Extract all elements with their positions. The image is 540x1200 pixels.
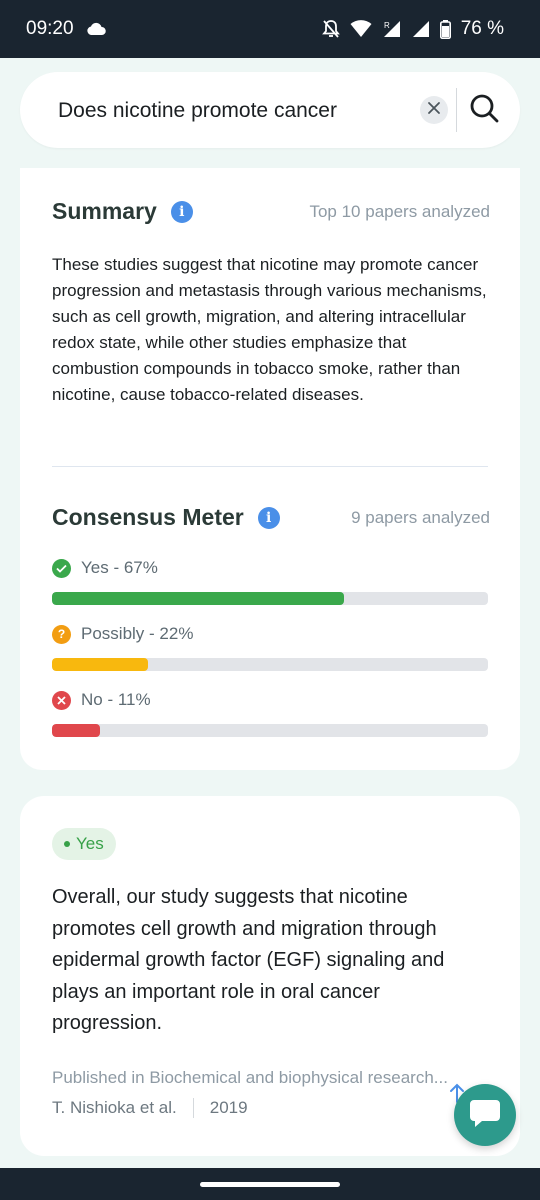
meter-no: No - 11% bbox=[52, 690, 488, 737]
paper-claim: Overall, our study suggests that nicotin… bbox=[52, 886, 445, 1034]
meter-yes-track bbox=[52, 592, 488, 605]
paper-card[interactable]: Yes Overall, our study suggests that nic… bbox=[20, 796, 520, 1156]
chat-button[interactable] bbox=[454, 1084, 516, 1146]
chat-icon bbox=[468, 1097, 502, 1134]
meter-yes-label: Yes - 67% bbox=[81, 558, 158, 577]
roaming-signal-icon: R bbox=[382, 19, 402, 39]
summary-meta: Top 10 papers analyzed bbox=[309, 201, 490, 221]
battery-icon bbox=[439, 19, 451, 39]
paper-authors: T. Nishioka et al. bbox=[52, 1098, 177, 1117]
wifi-icon bbox=[350, 20, 372, 38]
search-button[interactable] bbox=[466, 92, 502, 128]
status-time: 09:20 bbox=[26, 18, 74, 39]
consensus-header: Consensus Meter i 9 papers analyzed bbox=[52, 504, 490, 531]
search-bar bbox=[20, 72, 520, 148]
bell-off-icon bbox=[321, 19, 340, 39]
paper-meta: T. Nishioka et al. 2019 bbox=[52, 1098, 248, 1118]
badge-dot bbox=[64, 841, 70, 847]
meter-possibly: ? Possibly - 22% bbox=[52, 624, 488, 671]
clear-search-button[interactable] bbox=[420, 96, 448, 124]
summary-header: Summary i Top 10 papers analyzed bbox=[52, 198, 490, 225]
consensus-meta: 9 papers analyzed bbox=[351, 507, 490, 527]
status-badge: Yes bbox=[52, 828, 116, 860]
close-icon bbox=[427, 101, 441, 120]
meter-possibly-label: Possibly - 22% bbox=[81, 624, 194, 643]
home-indicator[interactable] bbox=[200, 1182, 340, 1187]
info-icon[interactable]: i bbox=[170, 200, 193, 223]
card-divider bbox=[52, 466, 488, 467]
navigation-bar bbox=[0, 1168, 540, 1200]
x-circle-icon bbox=[52, 690, 71, 710]
meter-possibly-fill bbox=[52, 658, 148, 671]
meter-no-fill bbox=[52, 724, 100, 737]
meter-no-label: No - 11% bbox=[81, 690, 151, 709]
meter-no-track bbox=[52, 724, 488, 737]
paper-year: 2019 bbox=[209, 1098, 248, 1117]
consensus-title: Consensus Meter bbox=[52, 504, 244, 530]
summary-card: Summary i Top 10 papers analyzed These s… bbox=[20, 168, 520, 770]
search-divider bbox=[456, 88, 457, 132]
status-right: R 76 % bbox=[321, 18, 504, 40]
check-circle-icon bbox=[52, 558, 71, 578]
summary-title: Summary bbox=[52, 198, 157, 224]
battery-percent: 76 % bbox=[460, 18, 504, 39]
svg-text:R: R bbox=[384, 21, 390, 30]
badge-label: Yes bbox=[76, 834, 104, 853]
search-input[interactable] bbox=[58, 96, 408, 126]
meta-separator bbox=[192, 1098, 194, 1118]
status-bar: 09:20 R 76 % bbox=[0, 0, 540, 58]
info-icon[interactable]: i bbox=[257, 506, 280, 529]
status-left: 09:20 bbox=[26, 18, 106, 40]
question-circle-icon: ? bbox=[52, 624, 71, 644]
meter-possibly-track bbox=[52, 658, 488, 671]
cloud-icon bbox=[86, 22, 106, 36]
signal-icon bbox=[412, 20, 430, 38]
meter-yes: Yes - 67% bbox=[52, 558, 488, 605]
summary-text: These studies suggest that nicotine may … bbox=[52, 255, 487, 404]
meter-yes-fill bbox=[52, 592, 345, 605]
paper-journal[interactable]: Published in Biochemical and biophysical… bbox=[52, 1068, 462, 1088]
search-icon bbox=[469, 93, 499, 128]
